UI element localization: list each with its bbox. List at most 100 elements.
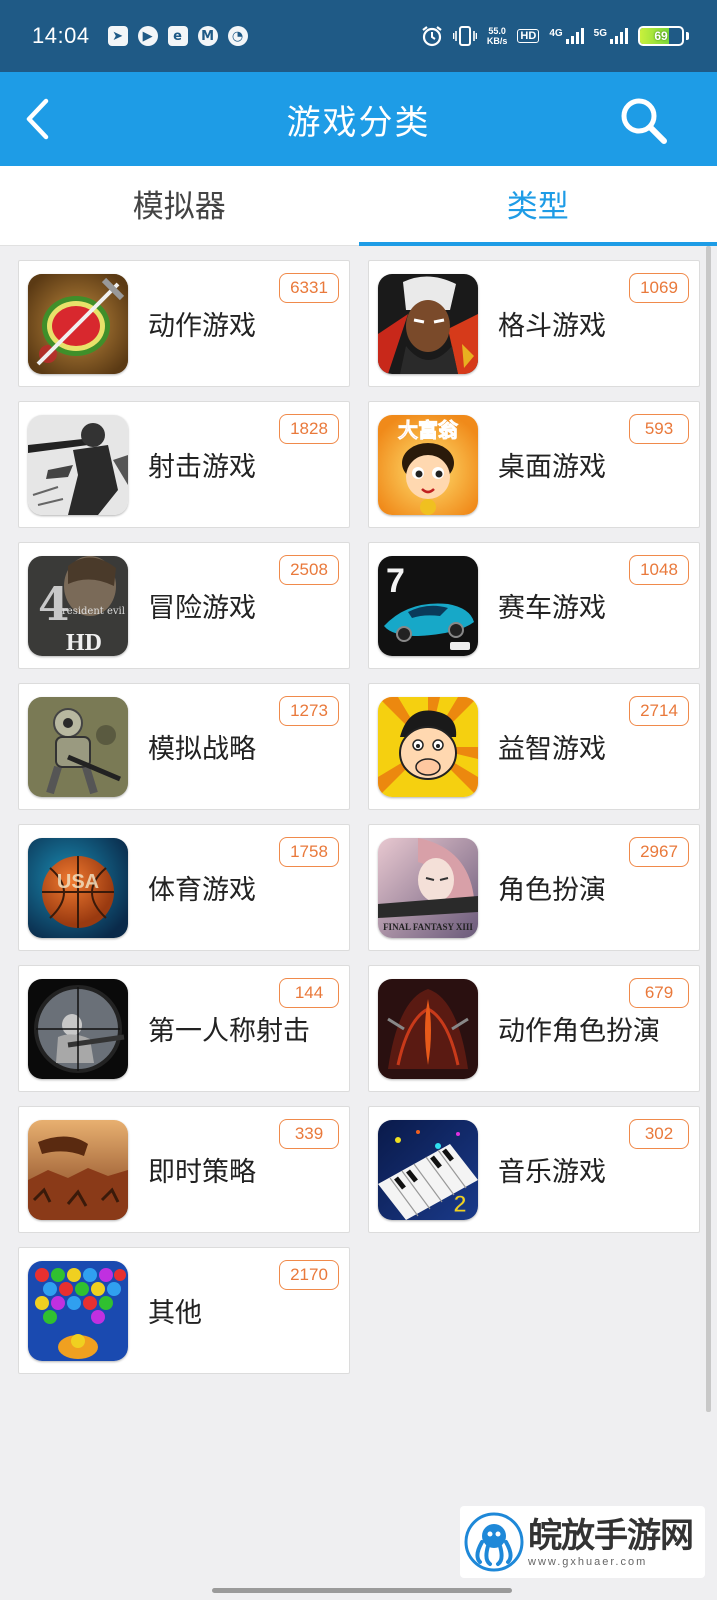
category-label: 冒险游戏 xyxy=(148,593,256,624)
search-button[interactable] xyxy=(615,92,673,150)
final-fantasy-thumbnail: FINAL FANTASY XIII xyxy=(378,837,478,938)
sniper-scope-thumbnail xyxy=(28,978,128,1079)
category-card-action-rpg[interactable]: 动作角色扮演 679 xyxy=(368,965,700,1092)
mech-soldier-thumbnail xyxy=(28,696,128,797)
category-label: 音乐游戏 xyxy=(498,1157,606,1188)
navigation-app-icon: ➤ xyxy=(107,26,128,46)
home-indicator[interactable] xyxy=(212,1588,512,1593)
tab-type[interactable]: 类型 xyxy=(358,166,717,246)
category-tabs: 模拟器 类型 xyxy=(0,166,717,246)
watermark: 皖放手游网 www.gxhuaer.com xyxy=(460,1506,705,1578)
thumb-sport-text: USA xyxy=(57,871,99,893)
thumb-re4-hd: HD xyxy=(66,630,102,656)
battery-icon: 69 xyxy=(638,26,684,46)
sim1-label: 4G xyxy=(549,28,563,39)
gauge-app-icon: ◔ xyxy=(227,26,248,46)
count-badge: 2170 xyxy=(279,1260,339,1290)
thumb-music-num: 2 xyxy=(453,1191,466,1218)
shooter-sketch-thumbnail xyxy=(28,414,128,515)
page-title: 游戏分类 xyxy=(286,102,431,143)
category-label: 格斗游戏 xyxy=(498,311,606,342)
net-speed: 55.0 KB/s xyxy=(487,26,508,46)
category-card-music[interactable]: 2 音乐游戏 302 xyxy=(368,1106,700,1233)
thumb-race-num: 7 xyxy=(386,562,405,600)
count-badge: 679 xyxy=(629,978,689,1008)
count-badge: 1273 xyxy=(279,696,339,726)
hd-icon: HD xyxy=(517,29,540,43)
category-label: 其他 xyxy=(148,1298,202,1329)
category-label: 角色扮演 xyxy=(498,875,606,906)
sim2-label: 5G xyxy=(593,28,607,39)
category-card-rts[interactable]: 即时策略 339 xyxy=(18,1106,350,1233)
search-icon xyxy=(621,98,667,144)
count-badge: 6331 xyxy=(279,273,339,303)
status-notification-icons: ➤ ▶ e M ◔ xyxy=(107,26,248,46)
category-card-other[interactable]: 其他 2170 xyxy=(18,1247,350,1374)
category-label: 动作角色扮演 xyxy=(498,1016,660,1047)
count-badge: 2714 xyxy=(629,696,689,726)
octopus-logo-icon xyxy=(464,1512,524,1572)
count-badge: 593 xyxy=(629,414,689,444)
count-badge: 144 xyxy=(279,978,339,1008)
fruit-ninja-thumbnail xyxy=(28,273,128,374)
circle-app-icon: M xyxy=(197,26,218,46)
category-label: 益智游戏 xyxy=(498,734,606,765)
status-time: 14:04 xyxy=(32,23,90,48)
alarm-icon xyxy=(422,26,442,47)
chevron-left-icon xyxy=(26,98,49,140)
count-badge: 1828 xyxy=(279,414,339,444)
vibrate-icon xyxy=(452,26,477,46)
category-card-fps[interactable]: 第一人称射击 144 xyxy=(18,965,350,1092)
category-label: 动作游戏 xyxy=(148,311,256,342)
resident-evil-thumbnail: 4 resident evil HD xyxy=(28,555,128,656)
tile-app-icon: e xyxy=(167,26,188,46)
category-label: 即时策略 xyxy=(148,1157,256,1188)
thumb-re4-title: resident evil xyxy=(62,606,125,617)
status-bar: 14:04 ➤ ▶ e M ◔ 55.0 KB/s HD 4G 5G 69 xyxy=(0,0,717,72)
asphalt-thumbnail: 7 xyxy=(378,555,478,656)
category-label: 射击游戏 xyxy=(148,452,256,483)
category-card-board[interactable]: 大富翁 桌面游戏 593 xyxy=(368,401,700,528)
category-card-shooting[interactable]: 射击游戏 1828 xyxy=(18,401,350,528)
category-card-puzzle[interactable]: 益智游戏 2714 xyxy=(368,683,700,810)
count-badge: 1069 xyxy=(629,273,689,303)
scrollbar[interactable] xyxy=(706,246,711,1412)
category-label: 桌面游戏 xyxy=(498,452,606,483)
count-badge: 302 xyxy=(629,1119,689,1149)
cartoon-face-thumbnail xyxy=(378,696,478,797)
category-card-racing[interactable]: 7 赛车游戏 1048 xyxy=(368,542,700,669)
count-badge: 1758 xyxy=(279,837,339,867)
category-card-sports[interactable]: USA 体育游戏 1758 xyxy=(18,824,350,951)
fighting-game-thumbnail xyxy=(378,273,478,374)
thumb-ff-text: FINAL FANTASY XIII xyxy=(383,922,473,932)
three-kingdoms-thumbnail xyxy=(28,1119,128,1220)
count-badge: 2508 xyxy=(279,555,339,585)
category-card-simulation-strategy[interactable]: 模拟战略 1273 xyxy=(18,683,350,810)
category-card-adventure[interactable]: 4 resident evil HD 冒险游戏 2508 xyxy=(18,542,350,669)
category-label: 模拟战略 xyxy=(148,734,256,765)
thumb-board-text: 大富翁 xyxy=(398,418,459,442)
category-card-action[interactable]: 动作游戏 6331 xyxy=(18,260,350,387)
category-label: 赛车游戏 xyxy=(498,593,606,624)
category-label: 体育游戏 xyxy=(148,875,256,906)
category-grid: 动作游戏 6331 格斗游戏 1069 射击游戏 1828 大富翁 桌面游戏 5… xyxy=(18,260,700,1374)
category-card-fighting[interactable]: 格斗游戏 1069 xyxy=(368,260,700,387)
battery-level: 69 xyxy=(654,29,668,43)
status-system-icons: 55.0 KB/s HD 4G 5G 69 xyxy=(421,25,689,47)
category-label: 第一人称射击 xyxy=(148,1016,310,1047)
tab-emulator[interactable]: 模拟器 xyxy=(0,166,359,245)
back-button[interactable] xyxy=(12,92,62,146)
video-app-icon: ▶ xyxy=(137,26,158,46)
category-card-rpg[interactable]: FINAL FANTASY XIII 角色扮演 2967 xyxy=(368,824,700,951)
watermark-name: 皖放手游网 xyxy=(528,1516,694,1556)
net-speed-value: 55.0 xyxy=(488,26,506,36)
watermark-url: www.gxhuaer.com xyxy=(528,1556,648,1568)
app-header: 游戏分类 xyxy=(0,72,717,166)
signal-icon-sim1: 4G xyxy=(549,28,584,44)
dark-knight-thumbnail xyxy=(378,978,478,1079)
battery-cap xyxy=(686,32,689,40)
signal-icon-sim2: 5G xyxy=(594,28,628,44)
count-badge: 1048 xyxy=(629,555,689,585)
bubble-shooter-thumbnail xyxy=(28,1260,128,1361)
rich-man-thumbnail: 大富翁 xyxy=(378,414,478,515)
